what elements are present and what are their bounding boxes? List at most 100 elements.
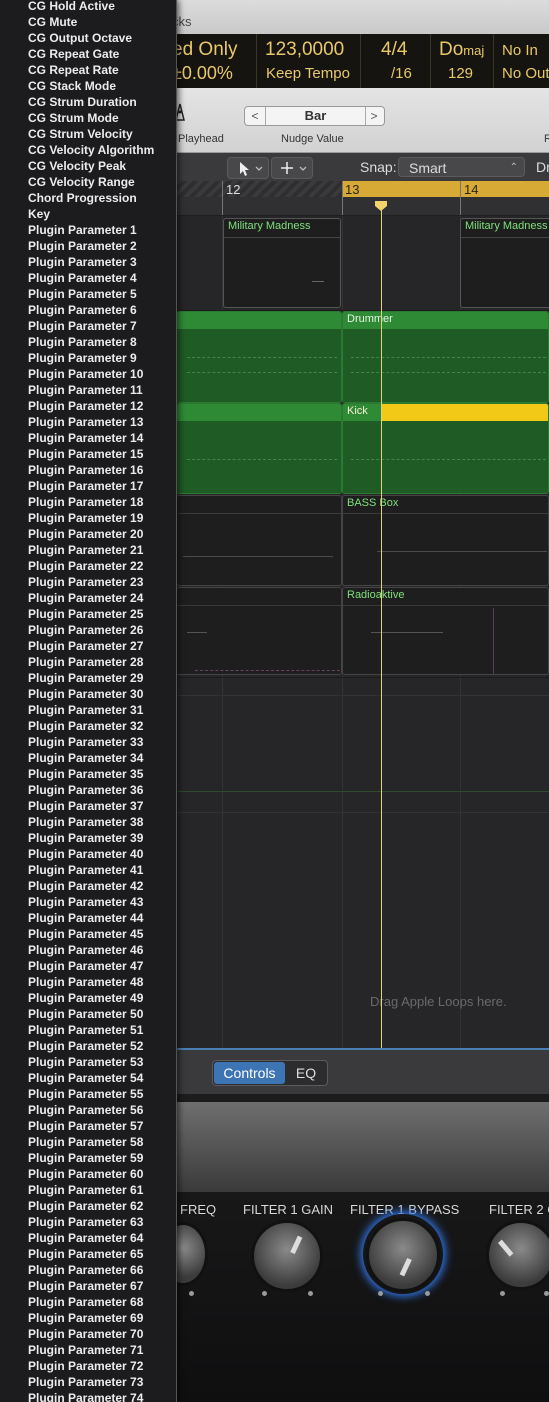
menu-item[interactable]: Plugin Parameter 43	[28, 894, 143, 910]
lcd-tempo-cell[interactable]: 123,0000 Keep Tempo	[257, 34, 361, 88]
menu-item[interactable]: Plugin Parameter 63	[28, 1214, 143, 1230]
menu-item[interactable]: Plugin Parameter 12	[28, 398, 143, 414]
menu-item[interactable]: CG Velocity Peak	[28, 158, 126, 174]
menu-item[interactable]: Plugin Parameter 6	[28, 302, 137, 318]
menu-item[interactable]: Plugin Parameter 35	[28, 766, 143, 782]
menu-item[interactable]: Plugin Parameter 66	[28, 1262, 143, 1278]
menu-item[interactable]: Plugin Parameter 38	[28, 814, 143, 830]
menu-item[interactable]: Plugin Parameter 5	[28, 286, 137, 302]
menu-item[interactable]: Plugin Parameter 42	[28, 878, 143, 894]
menu-item[interactable]: CG Hold Active	[28, 0, 115, 14]
marquee-tool-button[interactable]	[271, 157, 313, 179]
menu-item[interactable]: Chord Progression	[28, 190, 137, 206]
menu-item[interactable]: Plugin Parameter 48	[28, 974, 143, 990]
menu-item[interactable]: Plugin Parameter 4	[28, 270, 137, 286]
menu-item[interactable]: Plugin Parameter 50	[28, 1006, 143, 1022]
menu-item[interactable]: Plugin Parameter 68	[28, 1294, 143, 1310]
nudge-value[interactable]: Bar	[265, 107, 366, 125]
region[interactable]: Drummer	[342, 311, 549, 403]
menu-item[interactable]: Plugin Parameter 54	[28, 1070, 143, 1086]
menu-item[interactable]: Plugin Parameter 28	[28, 654, 143, 670]
menu-item[interactable]: CG Repeat Rate	[28, 62, 119, 78]
menu-item[interactable]: Plugin Parameter 1	[28, 222, 137, 238]
menu-item[interactable]: Plugin Parameter 32	[28, 718, 143, 734]
menu-item[interactable]: Plugin Parameter 36	[28, 782, 143, 798]
chevron-left-icon[interactable]: <	[245, 107, 265, 125]
menu-item[interactable]: Plugin Parameter 58	[28, 1134, 143, 1150]
menu-item[interactable]: Plugin Parameter 59	[28, 1150, 143, 1166]
menu-item[interactable]: Plugin Parameter 17	[28, 478, 143, 494]
menu-item[interactable]: Key	[28, 206, 50, 222]
menu-item[interactable]: Plugin Parameter 2	[28, 238, 137, 254]
menu-item[interactable]: Plugin Parameter 70	[28, 1326, 143, 1342]
menu-item[interactable]: Plugin Parameter 11	[28, 382, 143, 398]
menu-item[interactable]: Plugin Parameter 30	[28, 686, 143, 702]
menu-item[interactable]: CG Stack Mode	[28, 78, 116, 94]
menu-item[interactable]: Plugin Parameter 61	[28, 1182, 143, 1198]
menu-item[interactable]: Plugin Parameter 60	[28, 1166, 143, 1182]
menu-item[interactable]: Plugin Parameter 18	[28, 494, 143, 510]
menu-item[interactable]: Plugin Parameter 67	[28, 1278, 143, 1294]
menu-item[interactable]: Plugin Parameter 16	[28, 462, 143, 478]
menu-item[interactable]: CG Strum Mode	[28, 110, 119, 126]
menu-item[interactable]: Plugin Parameter 74	[28, 1390, 143, 1402]
menu-item[interactable]: Plugin Parameter 69	[28, 1310, 143, 1326]
menu-item[interactable]: Plugin Parameter 10	[28, 366, 143, 382]
menu-item[interactable]: Plugin Parameter 31	[28, 702, 143, 718]
menu-item[interactable]: Plugin Parameter 51	[28, 1022, 143, 1038]
menu-item[interactable]: Plugin Parameter 72	[28, 1358, 143, 1374]
chevron-right-icon[interactable]: >	[364, 107, 384, 125]
menu-item[interactable]: Plugin Parameter 53	[28, 1054, 143, 1070]
menu-item[interactable]: Plugin Parameter 55	[28, 1086, 143, 1102]
pointer-tool-button[interactable]	[227, 157, 269, 179]
region[interactable]: Military Madness	[223, 218, 341, 308]
filter-2-knob[interactable]	[486, 1220, 549, 1290]
menu-item[interactable]: Plugin Parameter 44	[28, 910, 143, 926]
menu-item[interactable]: CG Mute	[28, 14, 77, 30]
region[interactable]	[176, 495, 342, 586]
menu-item[interactable]: CG Output Octave	[28, 30, 132, 46]
menu-item[interactable]: Plugin Parameter 45	[28, 926, 143, 942]
menu-item[interactable]: Plugin Parameter 22	[28, 558, 143, 574]
menu-item[interactable]: Plugin Parameter 15	[28, 446, 143, 462]
menu-item[interactable]: Plugin Parameter 24	[28, 590, 143, 606]
lcd-key-cell[interactable]: Domaj 129	[431, 34, 494, 88]
menu-item[interactable]: Plugin Parameter 62	[28, 1198, 143, 1214]
menu-item[interactable]: Plugin Parameter 27	[28, 638, 143, 654]
menu-item[interactable]: Plugin Parameter 13	[28, 414, 143, 430]
menu-item[interactable]: Plugin Parameter 47	[28, 958, 143, 974]
menu-item[interactable]: Plugin Parameter 14	[28, 430, 143, 446]
menu-item[interactable]: CG Strum Duration	[28, 94, 137, 110]
menu-item[interactable]: Plugin Parameter 34	[28, 750, 143, 766]
menu-item[interactable]: Plugin Parameter 25	[28, 606, 143, 622]
playhead-line[interactable]	[381, 203, 382, 1049]
menu-item[interactable]: Plugin Parameter 26	[28, 622, 143, 638]
menu-item[interactable]: Plugin Parameter 65	[28, 1246, 143, 1262]
menu-item[interactable]: CG Velocity Algorithm	[28, 142, 154, 158]
menu-item[interactable]: Plugin Parameter 56	[28, 1102, 143, 1118]
menu-item[interactable]: Plugin Parameter 3	[28, 254, 137, 270]
tab-controls[interactable]: Controls	[214, 1062, 285, 1084]
menu-item[interactable]: Plugin Parameter 41	[28, 862, 143, 878]
region[interactable]	[176, 403, 342, 494]
region[interactable]: Military Madness	[460, 218, 549, 308]
region[interactable]	[176, 311, 342, 403]
menu-item[interactable]: Plugin Parameter 49	[28, 990, 143, 1006]
lcd-io-cell[interactable]: No In No Out	[494, 34, 549, 88]
menu-item[interactable]: Plugin Parameter 64	[28, 1230, 143, 1246]
nudge-value-stepper[interactable]: < Bar >	[244, 106, 385, 126]
menu-item[interactable]: Plugin Parameter 33	[28, 734, 143, 750]
snap-select[interactable]: Smart ⌃	[398, 157, 525, 177]
menu-item[interactable]: CG Repeat Gate	[28, 46, 119, 62]
menu-item[interactable]: Plugin Parameter 7	[28, 318, 137, 334]
menu-item[interactable]: Plugin Parameter 40	[28, 846, 143, 862]
menu-item[interactable]: Plugin Parameter 57	[28, 1118, 143, 1134]
parameter-popup-menu[interactable]: CG Hold Active CG Mute CG Output Octave CG …	[0, 0, 177, 1402]
menu-item[interactable]: CG Velocity Range	[28, 174, 135, 190]
menu-item[interactable]: Plugin Parameter 23	[28, 574, 143, 590]
menu-item[interactable]: Plugin Parameter 8	[28, 334, 137, 350]
menu-item[interactable]: Plugin Parameter 29	[28, 670, 143, 686]
region[interactable]	[176, 587, 342, 675]
menu-item[interactable]: Plugin Parameter 21	[28, 542, 143, 558]
menu-item[interactable]: Plugin Parameter 20	[28, 526, 143, 542]
